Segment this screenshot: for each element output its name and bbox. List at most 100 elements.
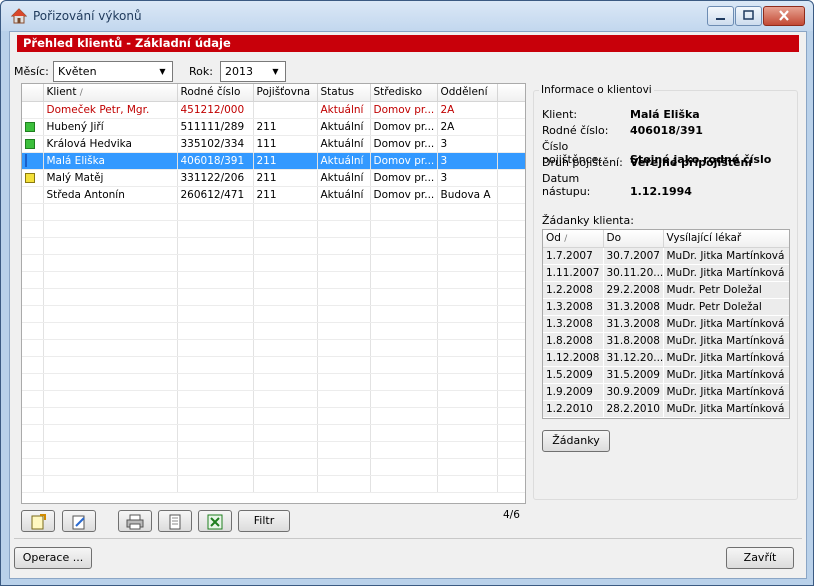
empty-cell [497,356,525,374]
divider [14,538,802,539]
requests-table[interactable]: Od / Do Vysílající lékař 1.7.2007 30.7.20… [542,229,790,419]
cell-rodne-cislo: 406018/391 [177,152,254,170]
empty-cell [370,373,438,391]
title-bar[interactable]: Pořizování výkonů [1,1,813,31]
list-item[interactable]: 1.9.2009 30.9.2009 MuDr. Jitka Martínková [543,383,789,401]
cell-rodne-cislo: 260612/471 [177,186,254,204]
empty-cell [370,390,438,408]
info-row-druh-pojisteni: Druh pojištění: Veřejné připojištění [542,156,752,169]
empty-cell [317,339,371,357]
list-item[interactable]: 1.5.2009 31.5.2009 MuDr. Jitka Martínková [543,366,789,384]
cell-pojistovna: 211 [253,118,318,136]
maximize-button[interactable] [735,6,762,26]
cell-od: 1.12.2008 [543,349,604,367]
operace-button[interactable]: Operace ... [14,547,92,569]
year-value: 2013 [225,65,253,78]
empty-cell [43,254,178,272]
empty-row [22,356,525,374]
table-row[interactable]: Domeček Petr, Mgr. 451212/000 Aktuální Domo… [22,101,525,119]
column-header-od[interactable]: Od / [543,230,604,248]
cell-status: Aktuální [317,118,371,136]
empty-cell [370,458,438,476]
cell-klient: Domeček Petr, Mgr. [43,101,178,119]
print-button[interactable] [118,510,152,532]
table-row[interactable]: Středa Antonín 260612/471 211 Aktuální Domov… [22,186,525,204]
empty-cell [370,288,438,306]
empty-cell [43,424,178,442]
new-record-button[interactable] [21,510,55,532]
empty-row [22,390,525,408]
empty-cell [22,237,44,255]
empty-cell [43,407,178,425]
cell-oddeleni: 2A [437,118,498,136]
empty-cell [22,254,44,272]
clients-table[interactable]: Klient / Rodné číslo Pojišťovna Status S… [21,83,526,504]
empty-cell [177,356,254,374]
column-header-do[interactable]: Do [603,230,664,248]
page-title: Přehled klientů - Základní údaje [17,35,799,52]
edit-record-button[interactable] [62,510,96,532]
empty-cell [497,203,525,221]
empty-cell [437,407,498,425]
empty-cell [370,441,438,459]
table-row[interactable]: Hubený Jiří 511111/289 211 Aktuální Domov pr… [22,118,525,136]
cell-marker [22,169,44,187]
year-select[interactable]: 2013 ▼ [220,61,286,82]
record-counter: 4/6 [503,509,520,521]
zadanky-button[interactable]: Žádanky [542,430,610,452]
rodne-cislo-label: Rodné číslo: [542,124,609,137]
empty-row [22,220,525,238]
minimize-button[interactable] [707,6,734,26]
column-header-lekar[interactable]: Vysílající lékař [663,230,789,248]
list-item[interactable]: 1.8.2008 31.8.2008 MuDr. Jitka Martínková [543,332,789,350]
cell-filler [497,118,525,136]
list-item[interactable]: 1.3.2008 31.3.2008 MuDr. Jitka Martínková [543,315,789,333]
list-item[interactable]: 1.11.2007 30.11.20... MuDr. Jitka Martínko… [543,264,789,282]
column-header-oddeleni[interactable]: Oddělení [437,84,498,102]
cell-do: 30.11.20... [603,264,664,282]
list-item[interactable]: 1.3.2008 31.3.2008 Mudr. Petr Doležal [543,298,789,316]
empty-cell [22,373,44,391]
month-select[interactable]: Květen ▼ [53,61,173,82]
table-row[interactable]: Králová Hedvika 335102/334 111 Aktuální Domo… [22,135,525,153]
table-row[interactable]: Malá Eliška 406018/391 211 Aktuální Domov pr… [22,152,525,170]
empty-cell [253,288,318,306]
cell-lekar: MuDr. Jitka Martínková [663,247,789,265]
column-header-klient[interactable]: Klient / [43,84,178,102]
list-item[interactable]: 1.2.2010 28.2.2010 MuDr. Jitka Martínková [543,400,789,418]
cell-do: 30.9.2009 [603,383,664,401]
table-row[interactable]: Malý Matěj 331122/206 211 Aktuální Domov pr.… [22,169,525,187]
empty-cell [177,288,254,306]
empty-cell [253,390,318,408]
cell-do: 31.12.20... [603,349,664,367]
cell-filler [497,169,525,187]
excel-export-button[interactable] [198,510,232,532]
filter-button[interactable]: Filtr [238,510,290,532]
cell-rodne-cislo: 451212/000 [177,101,254,119]
close-window-button[interactable] [763,6,805,26]
cell-klient: Malá Eliška [43,152,178,170]
column-header-pojistovna[interactable]: Pojišťovna [253,84,318,102]
empty-row [22,305,525,323]
column-header-rodne-cislo[interactable]: Rodné číslo [177,84,254,102]
empty-cell [253,407,318,425]
close-button[interactable]: Zavřít [726,547,794,569]
list-item[interactable]: 1.12.2008 31.12.20... MuDr. Jitka Martínko… [543,349,789,367]
cell-status: Aktuální [317,101,371,119]
column-header-status[interactable]: Status [317,84,371,102]
list-item[interactable]: 1.2.2008 29.2.2008 Mudr. Petr Doležal [543,281,789,299]
empty-cell [43,305,178,323]
cell-stredisko: Domov pr... [370,186,438,204]
cell-marker [22,101,44,119]
document-button[interactable] [158,510,192,532]
cell-do: 28.2.2010 [603,400,664,418]
empty-cell [370,203,438,221]
list-item[interactable]: 1.7.2007 30.7.2007 MuDr. Jitka Martínková [543,247,789,265]
empty-cell [497,407,525,425]
cell-marker [22,135,44,153]
column-header-stredisko[interactable]: Středisko [370,84,438,102]
cell-rodne-cislo: 331122/206 [177,169,254,187]
cell-stredisko: Domov pr... [370,169,438,187]
table-header: Klient / Rodné číslo Pojišťovna Status S… [22,84,525,102]
empty-cell [370,407,438,425]
